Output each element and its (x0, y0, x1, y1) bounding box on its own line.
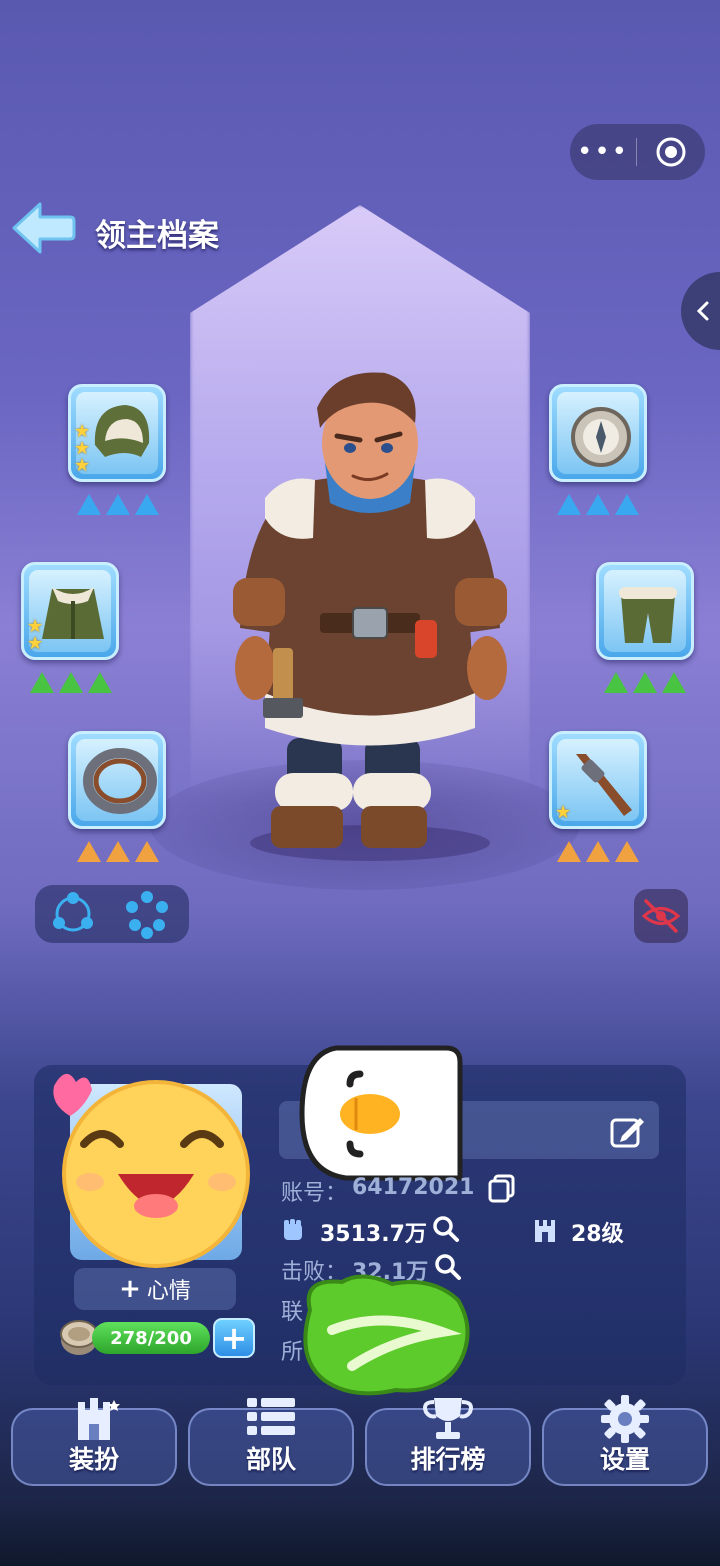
hat-icon (94, 405, 150, 457)
side-collapse-tab[interactable] (681, 272, 720, 350)
miniprogram-capsule: ••• (570, 124, 705, 180)
formation-mode-button[interactable] (122, 889, 172, 939)
copy-icon[interactable] (487, 1173, 517, 1203)
nav-leaderboard[interactable]: 排行榜 (365, 1398, 531, 1486)
nav-settings[interactable]: 设置 (542, 1395, 708, 1486)
back-arrow-icon (12, 202, 76, 254)
nav-label: 设置 (599, 1445, 650, 1474)
account-id: 64172021 (352, 1175, 475, 1200)
share-icon (53, 892, 93, 932)
star-rating: ★ ★ (27, 616, 44, 654)
nav-label: 装扮 (68, 1445, 119, 1474)
pants-icon (619, 587, 677, 643)
search-icon[interactable] (432, 1215, 460, 1243)
close-miniprogram-button[interactable] (637, 136, 705, 168)
lord-character (233, 372, 507, 861)
gear-icon (601, 1395, 649, 1443)
ring-icon (83, 748, 157, 814)
wrench-icon (576, 754, 632, 816)
gem-row-coat (30, 672, 112, 694)
target-icon (656, 137, 686, 167)
gem-row-compass (557, 494, 639, 516)
stamina-bar: 278/200 (92, 1322, 210, 1354)
hide-toggle-button[interactable] (634, 889, 688, 943)
star-rating: ★ (555, 802, 572, 823)
gem-row-pants (604, 672, 686, 694)
compass-icon (571, 407, 631, 467)
formation-icon (126, 891, 168, 939)
more-menu-button[interactable]: ••• (570, 137, 636, 167)
castle-level-icon (535, 1220, 555, 1242)
list-icon (247, 1398, 295, 1435)
star-rating: ★ ★ ★ (74, 421, 91, 476)
gem-row-ring (77, 841, 159, 863)
share-mode-button[interactable] (48, 889, 98, 939)
lord-level: 28级 (571, 1222, 624, 1247)
gem-row-hat (77, 494, 159, 516)
equip-slot-pants[interactable] (596, 562, 694, 660)
page-title: 领主档案 (95, 218, 219, 254)
account-label: 账号： (281, 1181, 348, 1206)
view-mode-switch (35, 885, 189, 943)
power-value: 3513.7万 (320, 1222, 427, 1247)
nav-dressup[interactable]: 装扮 (11, 1398, 177, 1486)
equip-slot-ring[interactable] (68, 731, 166, 829)
smiley-sticker (53, 1073, 250, 1268)
edit-icon (610, 1118, 644, 1148)
castle-icon (78, 1398, 120, 1440)
chevron-left-icon (696, 301, 709, 321)
mood-label: 心情 (146, 1279, 191, 1304)
plus-icon: + (119, 1274, 141, 1304)
equip-slot-coat[interactable]: ★ ★ (21, 562, 119, 660)
eye-off-icon (641, 899, 681, 933)
cabbage-sticker (303, 1274, 470, 1396)
equip-slot-wrench[interactable]: ★ (549, 731, 647, 829)
coat-icon (42, 587, 104, 639)
edit-name-button[interactable] (608, 1112, 646, 1150)
add-stamina-button[interactable]: + (213, 1318, 255, 1358)
duck-sticker (299, 1045, 463, 1181)
equip-slot-hat[interactable]: ★ ★ ★ (68, 384, 166, 482)
nav-label: 排行榜 (410, 1445, 486, 1474)
trophy-icon (423, 1398, 473, 1439)
nav-troops[interactable]: 部队 (188, 1398, 354, 1486)
equip-slot-compass[interactable] (549, 384, 647, 482)
gem-row-wrench (557, 841, 639, 863)
nav-label: 部队 (245, 1445, 296, 1474)
power-fist-icon (284, 1219, 302, 1240)
back-button[interactable] (10, 198, 76, 258)
mood-button[interactable]: + 心情 (74, 1268, 236, 1310)
